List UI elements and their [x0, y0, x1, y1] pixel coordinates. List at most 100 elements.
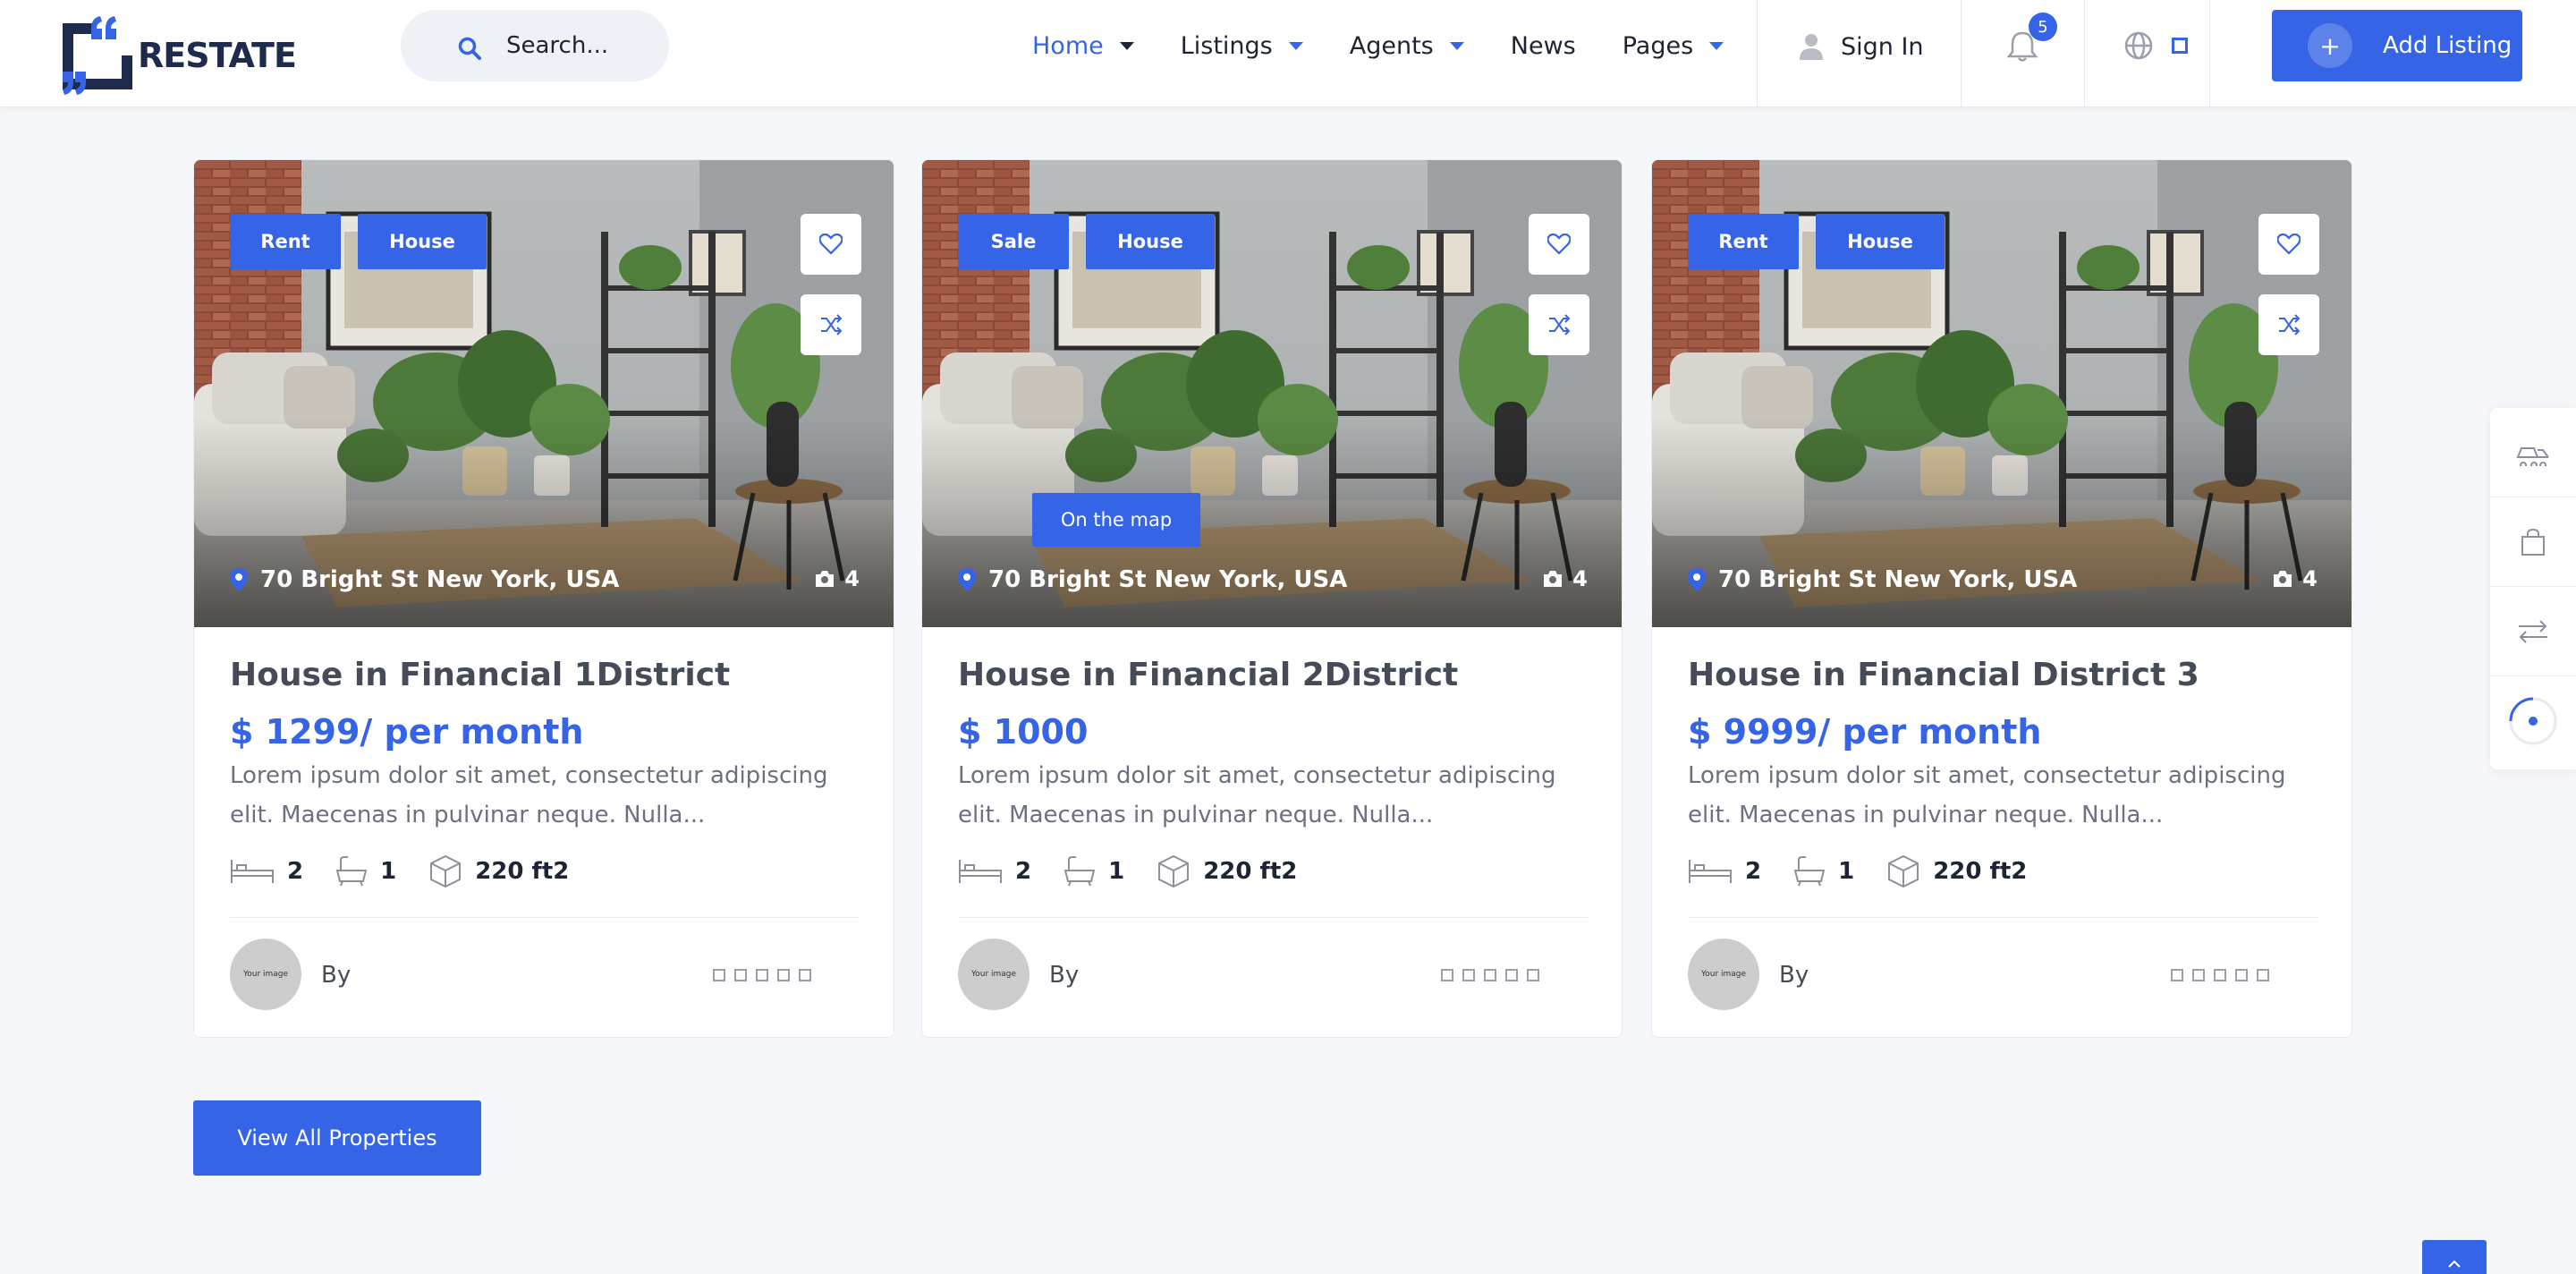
- tag-badge[interactable]: Rent: [1688, 214, 1799, 269]
- globe-icon[interactable]: [2123, 30, 2154, 61]
- camera-icon: [1544, 571, 1563, 587]
- tag-badge[interactable]: Sale: [958, 214, 1069, 269]
- logo-text: RESTATE: [138, 36, 297, 75]
- scroll-to-top-button[interactable]: [2422, 1240, 2487, 1274]
- tag-badge[interactable]: Rent: [230, 214, 341, 269]
- agent-by-label: By: [1779, 962, 1809, 989]
- listing-price: $ 1000: [958, 712, 1089, 752]
- compare-button[interactable]: [801, 294, 861, 355]
- view-all-properties-button[interactable]: View All Properties: [193, 1100, 481, 1176]
- floating-side-panel: [2490, 408, 2576, 769]
- header-divider: [2209, 0, 2210, 107]
- star-icon: [1441, 969, 1453, 981]
- star-icon: [2192, 969, 2205, 981]
- add-listing-button[interactable]: + Add Listing: [2272, 10, 2522, 81]
- nav-item-home[interactable]: Home: [1032, 32, 1134, 60]
- card-divider: [958, 917, 1588, 918]
- star-icon: [1527, 969, 1539, 981]
- photo-count: 4: [1542, 566, 1588, 591]
- map-pin-icon: [958, 568, 976, 591]
- listing-description: Lorem ipsum dolor sit amet, consectetur …: [1688, 762, 2286, 828]
- nav-item-label: News: [1510, 31, 1576, 60]
- star-icon: [1505, 969, 1518, 981]
- nav-item-news[interactable]: News: [1511, 32, 1576, 60]
- agent-by-label: By: [1049, 962, 1080, 989]
- photo-count: 4: [2272, 566, 2318, 591]
- listing-title[interactable]: House in Financial District 3: [1688, 657, 2199, 693]
- car-compare-button[interactable]: [2490, 408, 2576, 497]
- main-nav: Home Listings Agents News Pages: [1032, 0, 1770, 91]
- agent-avatar[interactable]: Your image: [958, 939, 1030, 1010]
- star-icon: [799, 969, 811, 981]
- address-text: 70 Bright St New York, USA: [988, 566, 1348, 593]
- sign-in-link[interactable]: Sign In: [1800, 25, 1924, 68]
- site-logo[interactable]: RESTATE: [59, 14, 297, 97]
- bathtub-icon: [335, 856, 368, 887]
- listing-price: $ 1299/ per month: [230, 712, 584, 752]
- agent-by-label: By: [321, 962, 352, 989]
- favorite-button[interactable]: [801, 214, 861, 275]
- star-icon: [756, 969, 768, 981]
- listing-photo[interactable]: Rent House 70 Bright St New York, USA 4: [194, 160, 894, 627]
- logo-mark-icon: [63, 16, 132, 95]
- car-compare-icon: [2516, 446, 2549, 466]
- star-icon: [1484, 969, 1496, 981]
- compare-button[interactable]: [1529, 294, 1589, 355]
- shopping-bag-button[interactable]: [2490, 497, 2576, 587]
- listing-price: $ 9999/ per month: [1688, 712, 2042, 752]
- favorite-button[interactable]: [2258, 214, 2319, 275]
- listing-address: 70 Bright St New York, USA: [1688, 566, 2077, 593]
- tag-badge[interactable]: House: [358, 214, 487, 269]
- chevron-down-icon: [1119, 41, 1134, 50]
- listing-description: Lorem ipsum dolor sit amet, consectetur …: [230, 762, 828, 828]
- spec-beds: 2: [1688, 858, 1761, 885]
- nav-item-listings[interactable]: Listings: [1181, 32, 1303, 60]
- star-icon: [2214, 969, 2226, 981]
- agent-avatar[interactable]: Your image: [1688, 939, 1759, 1010]
- spec-baths: 1: [335, 856, 396, 887]
- chevron-down-icon: [1709, 41, 1724, 50]
- plus-icon: +: [2308, 23, 2352, 68]
- listing-specs: 2 1 220 ft2: [1688, 854, 2059, 888]
- swap-button[interactable]: [2490, 587, 2576, 676]
- area-value: 220 ft2: [475, 858, 570, 885]
- photo-count-value: 4: [844, 566, 860, 591]
- shuffle-icon: [821, 314, 843, 335]
- spec-area: 220 ft2: [1886, 854, 2027, 888]
- site-header: RESTATE Home Listings Agents News Pages: [0, 0, 2576, 107]
- search-input[interactable]: [506, 28, 658, 64]
- listing-specs: 2 1 220 ft2: [958, 854, 1329, 888]
- spec-baths: 1: [1793, 856, 1854, 887]
- user-icon: [1800, 34, 1823, 60]
- chevron-down-icon: [1449, 41, 1464, 50]
- spec-beds: 2: [230, 858, 303, 885]
- bathtub-icon: [1063, 856, 1096, 887]
- listing-title[interactable]: House in Financial 2District: [958, 657, 1458, 693]
- heart-icon: [2277, 234, 2301, 255]
- rating-stars: [713, 969, 820, 981]
- nav-item-agents[interactable]: Agents: [1350, 32, 1464, 60]
- shuffle-icon: [2279, 314, 2301, 335]
- cube-icon: [430, 854, 462, 888]
- baths-value: 1: [1108, 858, 1125, 885]
- nav-item-pages[interactable]: Pages: [1623, 32, 1724, 60]
- beds-value: 2: [1015, 858, 1032, 885]
- compare-button[interactable]: [2258, 294, 2319, 355]
- agent-avatar[interactable]: Your image: [230, 939, 301, 1010]
- map-pin-icon: [1688, 568, 1706, 591]
- chevron-up-icon: [2448, 1260, 2461, 1268]
- rating-stars: [1441, 969, 1548, 981]
- nav-item-label: Agents: [1349, 31, 1434, 60]
- on-the-map-button[interactable]: On the map: [1032, 493, 1200, 547]
- listing-title[interactable]: House in Financial 1District: [230, 657, 730, 693]
- search-icon[interactable]: [458, 37, 481, 60]
- favorite-button[interactable]: [1529, 214, 1589, 275]
- star-icon: [1462, 969, 1475, 981]
- listing-photo[interactable]: Sale House On the map 70 Bright St New Y…: [922, 160, 1623, 627]
- listing-photo[interactable]: Rent House 70 Bright St New York, USA 4: [1652, 160, 2352, 627]
- tag-badge[interactable]: House: [1816, 214, 1945, 269]
- header-divider: [1757, 0, 1758, 107]
- tag-badge[interactable]: House: [1086, 214, 1215, 269]
- square-toggle-icon[interactable]: [2172, 38, 2188, 54]
- photo-count-value: 4: [2302, 566, 2318, 591]
